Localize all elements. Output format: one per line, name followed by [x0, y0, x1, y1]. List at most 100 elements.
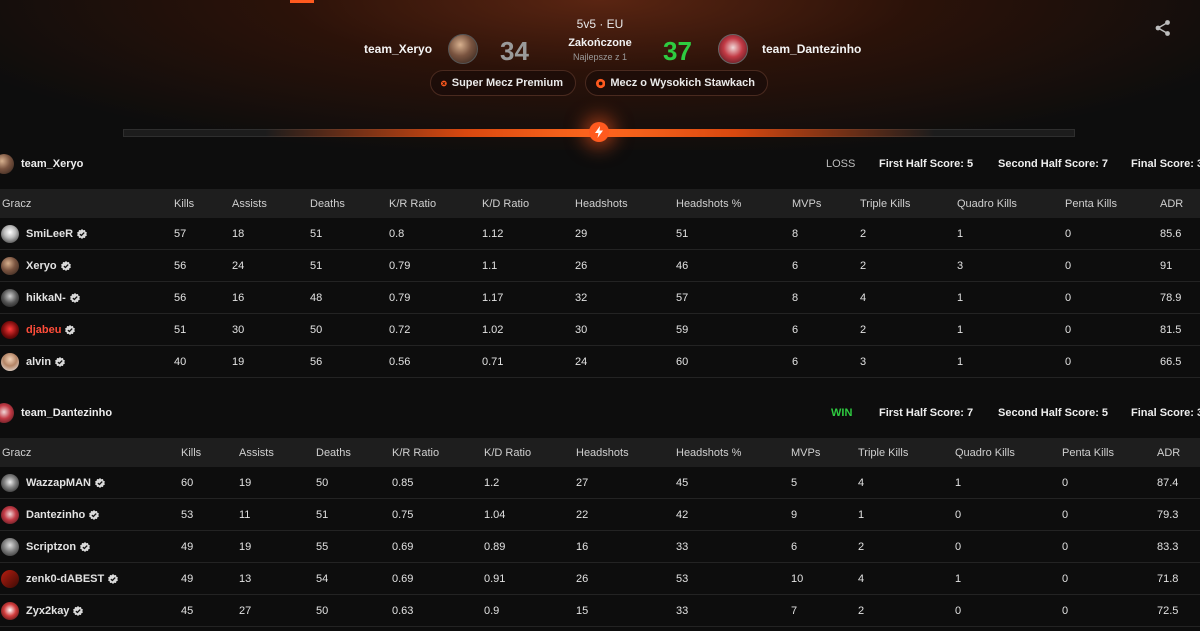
- column-header-penta-kills[interactable]: Penta Kills: [1062, 438, 1157, 467]
- column-header-mvps[interactable]: MVPs: [791, 438, 858, 467]
- player-avatar[interactable]: [1, 256, 19, 275]
- stat-adr: 83.3: [1157, 530, 1200, 563]
- column-header-headshots[interactable]: Headshots: [575, 189, 676, 218]
- player-cell[interactable]: djabeu: [0, 313, 174, 346]
- player-name[interactable]: alvin: [26, 356, 51, 368]
- column-header-adr[interactable]: ADR: [1157, 438, 1200, 467]
- team2-avatar[interactable]: [718, 34, 748, 64]
- player-info[interactable]: hikkaN-: [0, 288, 174, 307]
- player-cell[interactable]: hikkaN-: [0, 281, 174, 314]
- player-info[interactable]: WazzapMAN: [0, 473, 181, 492]
- column-header-headshots[interactable]: Headshots: [576, 438, 676, 467]
- table-row[interactable]: SmiLeeR 57 18 51 0.8 1.12 29 51 8 2 1 0 85.6: [0, 218, 1200, 250]
- player-info[interactable]: SmiLeeR: [0, 224, 174, 243]
- player-avatar[interactable]: [1, 224, 19, 243]
- player-avatar[interactable]: [1, 601, 19, 620]
- player-name[interactable]: zenk0-dABEST: [26, 573, 104, 585]
- table-row[interactable]: djabeu 51 30 50 0.72 1.02 30 59 6 2 1 0 81.5: [0, 313, 1200, 346]
- player-info[interactable]: djabeu: [0, 320, 174, 339]
- player-info[interactable]: Xeryo: [0, 256, 174, 275]
- player-name[interactable]: Xeryo: [26, 260, 57, 272]
- stat-assists: 11: [239, 498, 316, 531]
- player-avatar[interactable]: [1, 537, 19, 556]
- player-avatar[interactable]: [1, 320, 19, 339]
- player-cell[interactable]: WazzapMAN: [0, 467, 181, 499]
- team2-name[interactable]: team_Dantezinho: [762, 42, 861, 56]
- column-header-gracz[interactable]: Gracz: [0, 438, 181, 467]
- column-header-penta-kills[interactable]: Penta Kills: [1065, 189, 1160, 218]
- high-stakes-badge[interactable]: Mecz o Wysokich Stawkach: [585, 70, 768, 96]
- column-header-triple-kills[interactable]: Triple Kills: [860, 189, 957, 218]
- player-cell[interactable]: zenk0-dABEST: [0, 562, 181, 595]
- verified-icon: [94, 477, 105, 488]
- player-name[interactable]: SmiLeeR: [26, 228, 73, 240]
- player-info[interactable]: Dantezinho: [0, 505, 181, 524]
- column-header-headshots-[interactable]: Headshots %: [676, 189, 792, 218]
- player-name[interactable]: Dantezinho: [26, 509, 85, 521]
- team2-header-name[interactable]: team_Dantezinho: [21, 407, 112, 419]
- stat-k-d-ratio: 1.12: [482, 218, 575, 250]
- column-header-k-r-ratio[interactable]: K/R Ratio: [389, 189, 482, 218]
- player-name[interactable]: WazzapMAN: [26, 477, 91, 489]
- team1-header-name[interactable]: team_Xeryo: [21, 158, 83, 170]
- column-header-headshots-[interactable]: Headshots %: [676, 438, 791, 467]
- team1-avatar[interactable]: [448, 34, 478, 64]
- player-cell[interactable]: SmiLeeR: [0, 218, 174, 250]
- team2-final-score: Final Score: 37: [1131, 407, 1200, 419]
- column-header-assists[interactable]: Assists: [239, 438, 316, 467]
- player-cell[interactable]: Xeryo: [0, 249, 174, 282]
- player-info[interactable]: alvin: [0, 352, 174, 371]
- stat-headshots-: 45: [676, 467, 791, 499]
- player-cell[interactable]: alvin: [0, 345, 174, 378]
- stat-assists: 19: [239, 530, 316, 563]
- player-info[interactable]: zenk0-dABEST: [0, 569, 181, 588]
- verified-icon: [60, 260, 71, 271]
- column-header-kills[interactable]: Kills: [181, 438, 239, 467]
- player-name[interactable]: Zyx2kay: [26, 605, 69, 617]
- table-row[interactable]: hikkaN- 56 16 48 0.79 1.17 32 57 8 4 1 0 78.9: [0, 281, 1200, 314]
- column-header-triple-kills[interactable]: Triple Kills: [858, 438, 955, 467]
- column-header-quadro-kills[interactable]: Quadro Kills: [955, 438, 1062, 467]
- player-cell[interactable]: Zyx2kay: [0, 594, 181, 627]
- table-row[interactable]: WazzapMAN 60 19 50 0.85 1.2 27 45 5 4 1 0 87.4: [0, 467, 1200, 499]
- player-name[interactable]: Scriptzon: [26, 541, 76, 553]
- table-row[interactable]: zenk0-dABEST 49 13 54 0.69 0.91 26 53 10 4 1 0 71.8: [0, 562, 1200, 595]
- column-header-k-r-ratio[interactable]: K/R Ratio: [392, 438, 484, 467]
- verified-icon: [80, 541, 91, 552]
- column-header-mvps[interactable]: MVPs: [792, 189, 860, 218]
- column-header-deaths[interactable]: Deaths: [310, 189, 389, 218]
- stat-deaths: 51: [316, 498, 392, 531]
- table-row[interactable]: Scriptzon 49 19 55 0.69 0.89 16 33 6 2 0 0 83.3: [0, 530, 1200, 563]
- column-header-kills[interactable]: Kills: [174, 189, 232, 218]
- player-avatar[interactable]: [1, 569, 19, 588]
- table-row[interactable]: Dantezinho 53 11 51 0.75 1.04 22 42 9 1 0 0 79.3: [0, 498, 1200, 531]
- column-header-quadro-kills[interactable]: Quadro Kills: [957, 189, 1065, 218]
- player-cell[interactable]: Scriptzon: [0, 530, 181, 563]
- column-header-assists[interactable]: Assists: [232, 189, 310, 218]
- table-row[interactable]: alvin 40 19 56 0.56 0.71 24 60 6 3 1 0 66.5: [0, 345, 1200, 378]
- stat-triple-kills: 2: [858, 530, 955, 563]
- column-header-k-d-ratio[interactable]: K/D Ratio: [484, 438, 576, 467]
- share-icon[interactable]: [1154, 19, 1172, 37]
- column-header-k-d-ratio[interactable]: K/D Ratio: [482, 189, 575, 218]
- stat-k-r-ratio: 0.69: [392, 562, 484, 595]
- table-row[interactable]: Zyx2kay 45 27 50 0.63 0.9 15 33 7 2 0 0 72.5: [0, 594, 1200, 627]
- player-info[interactable]: Zyx2kay: [0, 601, 181, 620]
- player-name[interactable]: hikkaN-: [26, 292, 66, 304]
- premium-match-badge[interactable]: Super Mecz Premium: [430, 70, 576, 96]
- player-cell[interactable]: Dantezinho: [0, 498, 181, 531]
- player-info[interactable]: Scriptzon: [0, 537, 181, 556]
- player-avatar[interactable]: [1, 352, 19, 371]
- column-header-adr[interactable]: ADR: [1160, 189, 1200, 218]
- stat-quadro-kills: 1: [955, 467, 1062, 499]
- column-header-deaths[interactable]: Deaths: [316, 438, 392, 467]
- team1-name[interactable]: team_Xeryo: [364, 42, 432, 56]
- column-header-gracz[interactable]: Gracz: [0, 189, 174, 218]
- player-avatar[interactable]: [1, 473, 19, 492]
- player-avatar[interactable]: [1, 288, 19, 307]
- player-avatar[interactable]: [1, 505, 19, 524]
- table-row[interactable]: Xeryo 56 24 51 0.79 1.1 26 46 6 2 3 0 91: [0, 249, 1200, 282]
- player-name[interactable]: djabeu: [26, 324, 61, 336]
- team2-logo: [0, 403, 14, 423]
- stat-headshots-: 33: [676, 530, 791, 563]
